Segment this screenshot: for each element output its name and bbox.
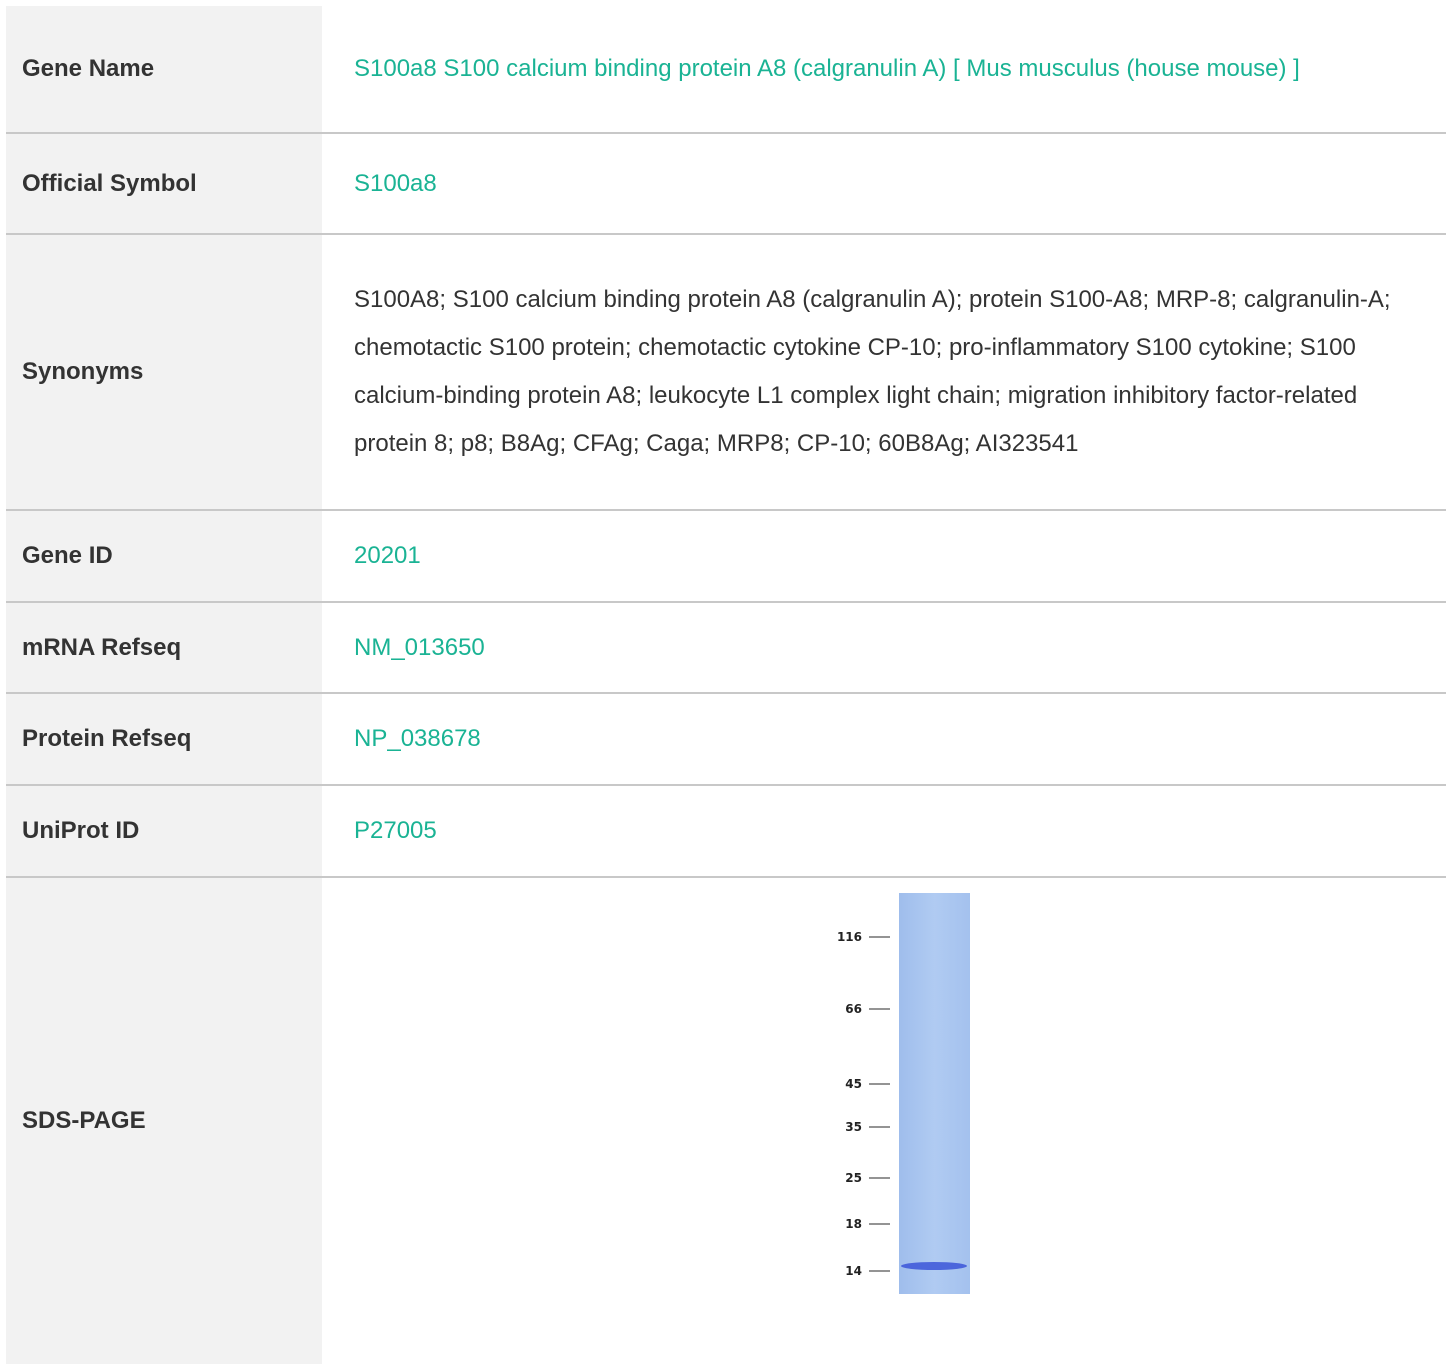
row-synonyms: Synonyms S100A8; S100 calcium binding pr… (6, 235, 1446, 511)
row-sds-page: SDS-PAGE 116 66 45 35 25 18 14 (6, 878, 1446, 1364)
marker-label-18: 18 (845, 1217, 862, 1231)
sds-page-label: SDS-PAGE (6, 878, 322, 1364)
gene-id-link[interactable]: 20201 (354, 532, 421, 580)
synonyms-cell: S100A8; S100 calcium binding protein A8 … (322, 235, 1446, 509)
gene-name-cell: S100a8 S100 calcium binding protein A8 (… (322, 6, 1446, 132)
marker-label-14: 14 (845, 1264, 862, 1278)
marker-label-35: 35 (845, 1120, 862, 1134)
protein-refseq-cell: NP_038678 (322, 694, 1446, 784)
sds-page-gel-image: 116 66 45 35 25 18 14 (828, 893, 970, 1294)
gel-sample-lane (899, 893, 970, 1294)
row-gene-id: Gene ID 20201 (6, 511, 1446, 603)
protein-band (901, 1262, 967, 1270)
mrna-refseq-link[interactable]: NM_013650 (354, 624, 485, 672)
marker-label-66: 66 (845, 1002, 862, 1016)
sds-page-cell: 116 66 45 35 25 18 14 (322, 878, 1446, 1364)
official-symbol-link[interactable]: S100a8 (354, 160, 437, 208)
protein-refseq-link[interactable]: NP_038678 (354, 715, 481, 763)
gene-id-cell: 20201 (322, 511, 1446, 601)
gene-name-label: Gene Name (6, 6, 322, 132)
gene-id-label: Gene ID (6, 511, 322, 601)
marker-label-116: 116 (837, 930, 862, 944)
synonyms-text: S100A8; S100 calcium binding protein A8 … (354, 286, 1391, 457)
protein-refseq-label: Protein Refseq (6, 694, 322, 784)
marker-label-25: 25 (845, 1171, 862, 1185)
gene-name-link[interactable]: S100a8 S100 calcium binding protein A8 (… (354, 45, 1300, 93)
uniprot-id-cell: P27005 (322, 786, 1446, 876)
uniprot-id-link[interactable]: P27005 (354, 807, 437, 855)
row-uniprot-id: UniProt ID P27005 (6, 786, 1446, 878)
mrna-refseq-cell: NM_013650 (322, 603, 1446, 692)
synonyms-label: Synonyms (6, 235, 322, 509)
official-symbol-cell: S100a8 (322, 134, 1446, 233)
row-official-symbol: Official Symbol S100a8 (6, 134, 1446, 235)
official-symbol-label: Official Symbol (6, 134, 322, 233)
gel-svg: 116 66 45 35 25 18 14 (828, 893, 970, 1294)
mrna-refseq-label: mRNA Refseq (6, 603, 322, 692)
row-protein-refseq: Protein Refseq NP_038678 (6, 694, 1446, 786)
row-mrna-refseq: mRNA Refseq NM_013650 (6, 603, 1446, 694)
row-gene-name: Gene Name S100a8 S100 calcium binding pr… (6, 6, 1446, 134)
uniprot-id-label: UniProt ID (6, 786, 322, 876)
marker-label-45: 45 (845, 1077, 862, 1091)
gene-info-table: Gene Name S100a8 S100 calcium binding pr… (6, 6, 1446, 1364)
